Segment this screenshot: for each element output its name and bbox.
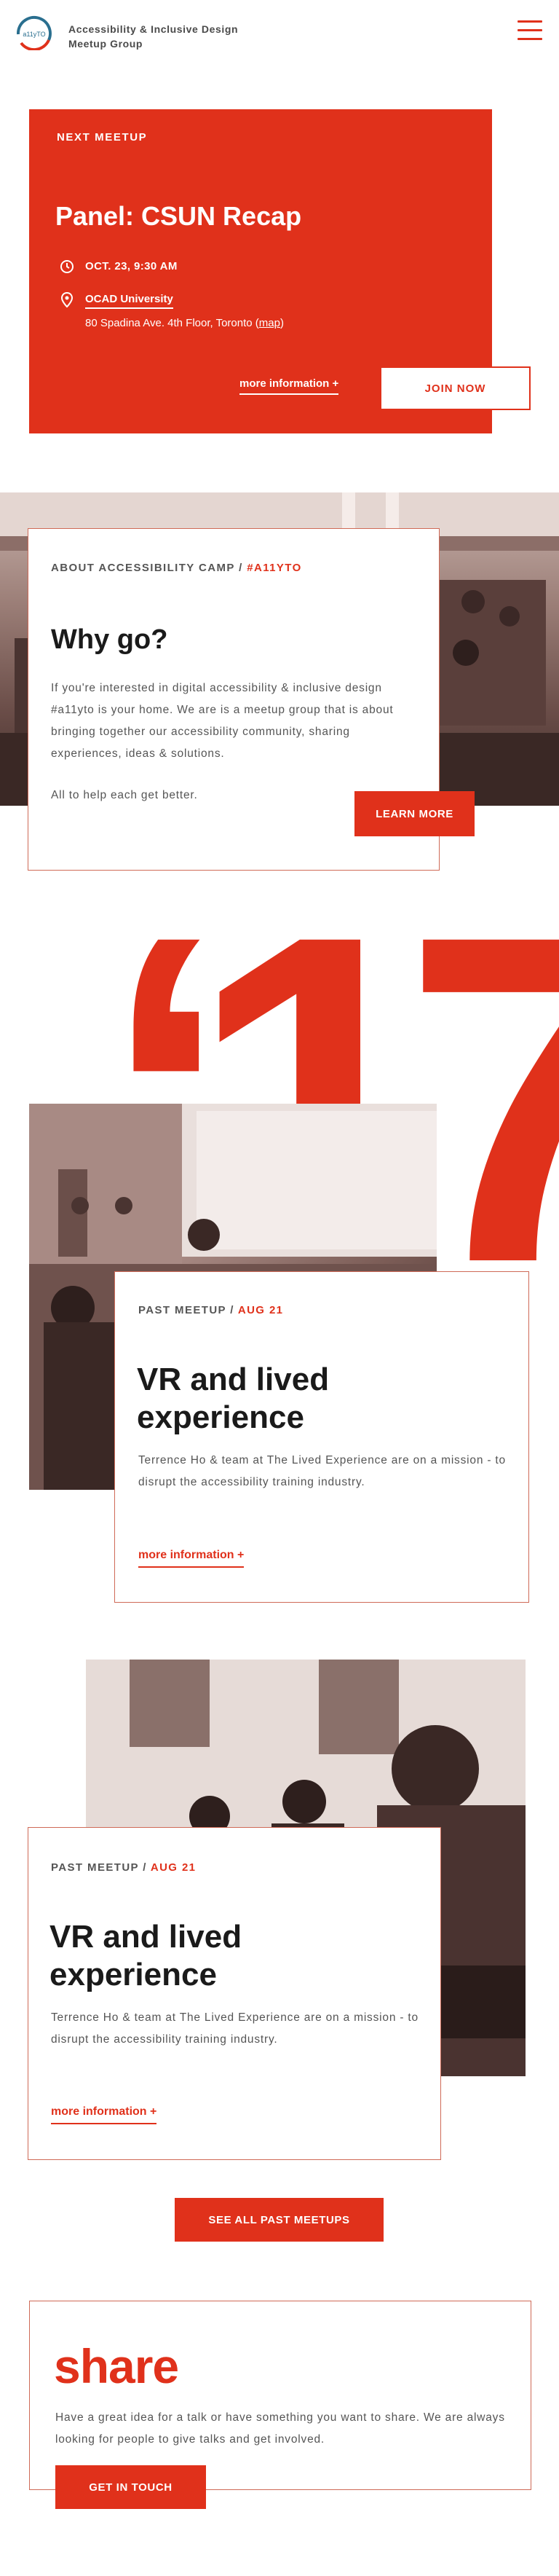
get-in-touch-button[interactable]: GET IN TOUCH	[55, 2465, 206, 2509]
meetup-datetime: OCT. 23, 9:30 AM	[85, 260, 178, 272]
share-title: share	[54, 2339, 179, 2393]
about-tagline: All to help each get better.	[51, 789, 198, 801]
past-meetup-more-info-link[interactable]: more information +	[138, 1549, 245, 1568]
share-body: Have a great idea for a talk or have som…	[55, 2411, 505, 2446]
map-link[interactable]: map	[259, 317, 280, 329]
join-now-button[interactable]: JOIN NOW	[380, 366, 531, 410]
share-card	[29, 2301, 531, 2490]
learn-more-button[interactable]: LEARN MORE	[354, 791, 475, 836]
past-meetup-description: Terrence Ho & team at The Lived Experien…	[138, 1454, 506, 1488]
venue-link[interactable]: OCAD University	[85, 293, 173, 309]
past-meetup-label: PAST MEETUP / AUG 21	[138, 1304, 283, 1316]
past-meetup-date: AUG 21	[237, 1304, 284, 1316]
address-suffix: )	[280, 317, 284, 329]
site-logo[interactable]: a11yTO	[14, 15, 55, 52]
site-title[interactable]: Accessibility & Inclusive Design Meetup …	[68, 22, 301, 51]
about-label-main: ABOUT ACCESSIBILITY CAMP /	[51, 562, 243, 574]
past-meetup-more-info-link[interactable]: more information +	[51, 2105, 157, 2124]
site-title-line1: Accessibility & Inclusive Design	[68, 23, 239, 35]
about-hashtag: #A11YTO	[247, 562, 302, 574]
past-meetup-title: VR and lived experience	[49, 1919, 242, 1992]
clock-icon	[60, 259, 74, 274]
location-pin-icon	[60, 291, 74, 308]
about-label: ABOUT ACCESSIBILITY CAMP / #A11YTO	[51, 562, 302, 574]
next-meetup-label: NEXT MEETUP	[57, 131, 148, 144]
past-meetup-date: AUG 21	[150, 1861, 197, 1874]
about-title: Why go?	[51, 624, 168, 655]
venue-address: 80 Spadina Ave. 4th Floor, Toronto (map)	[85, 317, 284, 329]
next-meetup-more-info-link[interactable]: more information +	[239, 377, 339, 395]
past-meetup-label: PAST MEETUP / AUG 21	[51, 1861, 196, 1874]
past-meetup-title: VR and lived experience	[137, 1362, 330, 1435]
past-meetup-label-text: PAST MEETUP /	[138, 1304, 234, 1316]
see-all-past-meetups-button[interactable]: SEE ALL PAST MEETUPS	[175, 2198, 384, 2242]
past-meetup-label-text: PAST MEETUP /	[51, 1861, 147, 1874]
site-title-line2: Meetup Group	[68, 38, 143, 50]
next-meetup-title: Panel: CSUN Recap	[55, 201, 302, 231]
hamburger-menu-icon[interactable]	[515, 17, 544, 44]
address-text: 80 Spadina Ave. 4th Floor, Toronto (	[85, 317, 259, 329]
about-body: If you're interested in digital accessib…	[51, 682, 394, 760]
logo-text: a11yTO	[23, 31, 45, 38]
past-meetup-description: Terrence Ho & team at The Lived Experien…	[51, 2011, 419, 2046]
